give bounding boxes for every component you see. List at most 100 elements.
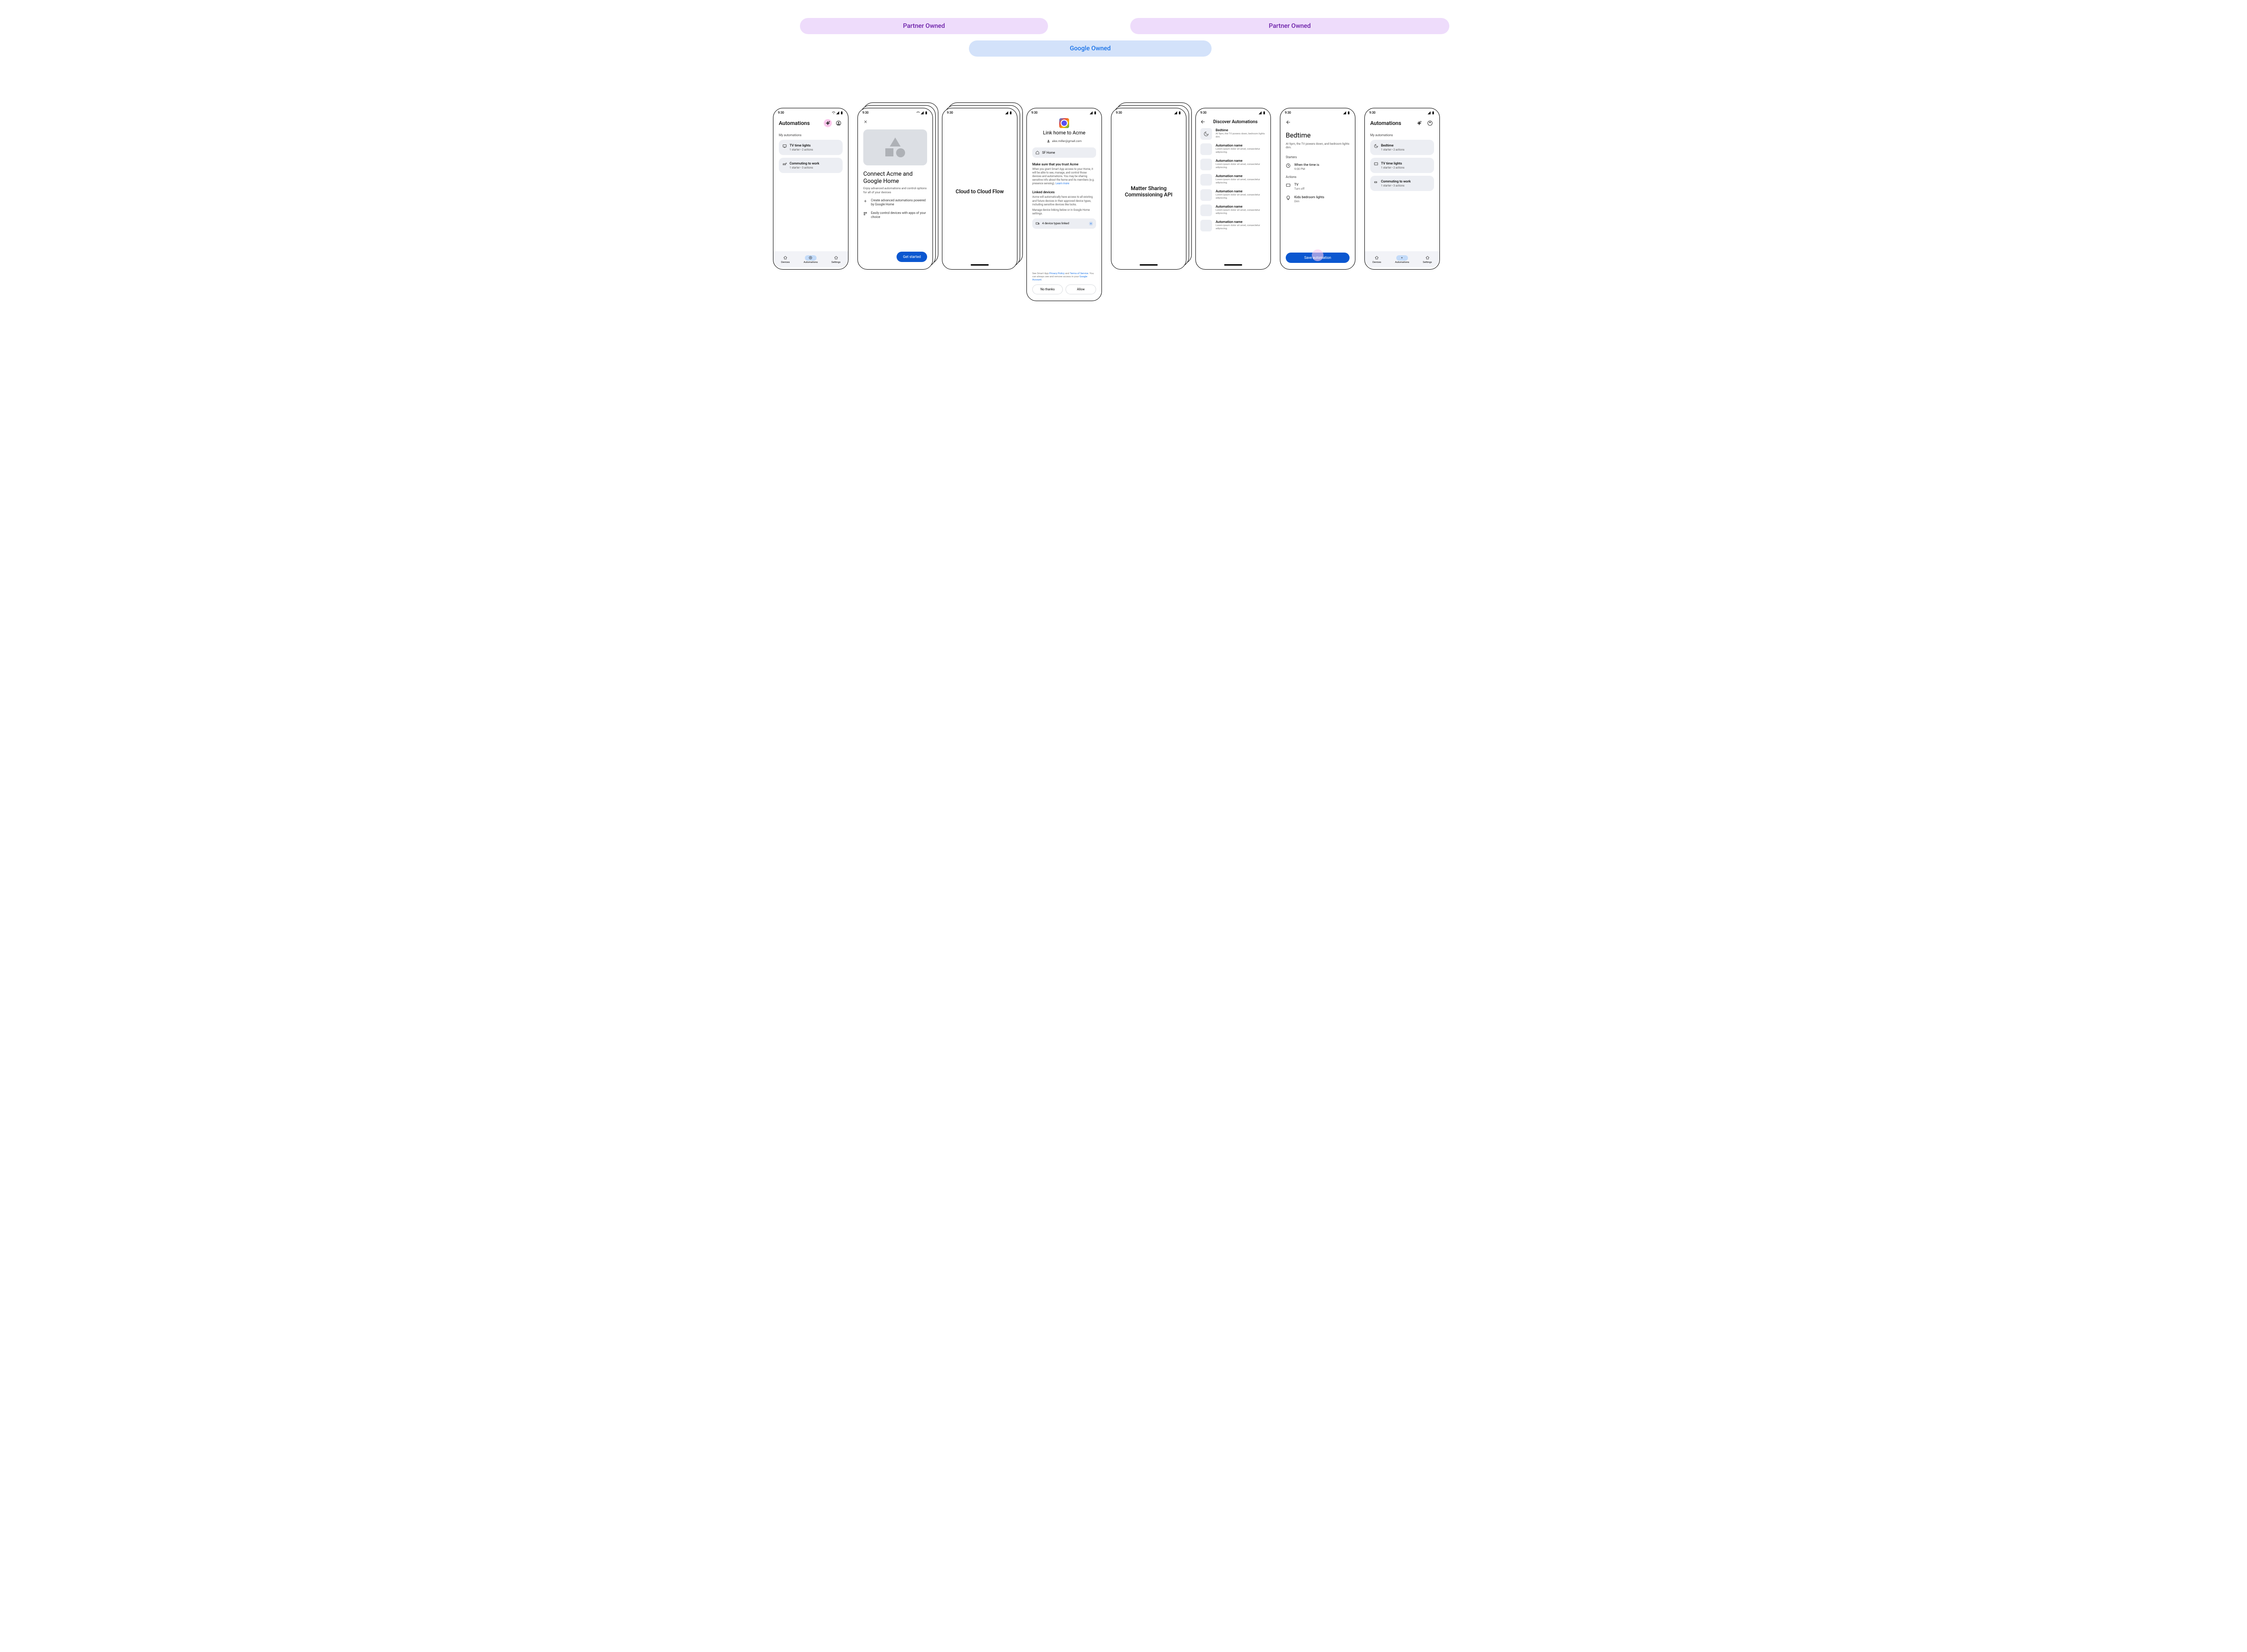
- matter-api-label: Matter Sharing Commissioning API: [1117, 115, 1181, 267]
- phone-bedtime-detail: 9:30 Bedtime At 9pm, the TV powers down,…: [1280, 108, 1355, 270]
- privacy-policy-link[interactable]: Privacy Policy: [1049, 272, 1065, 275]
- card-sub: 1 starter • 2 actions: [790, 148, 813, 151]
- phone-matter-api: 9:30 Matter Sharing Commissioning API: [1111, 108, 1186, 270]
- hero-placeholder: [863, 129, 927, 165]
- phone-connect-acme: 9:30: [857, 108, 933, 270]
- account-icon: [836, 120, 841, 126]
- detail-title: Bedtime: [1286, 131, 1350, 139]
- get-started-button[interactable]: Get started: [897, 252, 927, 262]
- sparkle-icon: [1417, 120, 1422, 126]
- nav-automations[interactable]: Automations: [1395, 255, 1409, 264]
- card-title: Commuting to work: [790, 161, 819, 165]
- linked-body-2: Manage device linking below or in Google…: [1032, 209, 1096, 216]
- discover-item[interactable]: Automation nameLorem ipsum dolor sit ame…: [1200, 220, 1266, 231]
- status-bar: 9:30: [1027, 108, 1101, 115]
- no-thanks-button[interactable]: No thanks: [1032, 284, 1063, 294]
- close-button[interactable]: [863, 115, 927, 128]
- moon-icon: [1203, 131, 1209, 137]
- account-icon: [1427, 120, 1433, 126]
- status-bar: 9:30: [1111, 108, 1186, 115]
- devices-icon: [1035, 222, 1039, 226]
- bulb-icon: [1286, 195, 1291, 200]
- allow-button[interactable]: Allow: [1066, 284, 1096, 294]
- action-item[interactable]: TVTurn off: [1286, 182, 1350, 191]
- home-indicator: [1140, 264, 1158, 266]
- automation-card[interactable]: TV time lights1 starter • 2 actions: [1370, 158, 1434, 173]
- card-title: TV time lights: [790, 143, 813, 147]
- account-icon-button[interactable]: [835, 119, 843, 127]
- home-icon: [1035, 151, 1039, 155]
- signal-icon: [836, 111, 839, 115]
- discover-item[interactable]: Automation nameLorem ipsum dolor sit ame…: [1200, 159, 1266, 170]
- thumb-placeholder: [1200, 174, 1212, 186]
- detail-sub: At 9pm, the TV powers down, and bedroom …: [1286, 142, 1350, 149]
- commute-icon: [782, 162, 787, 166]
- home-selector[interactable]: SF Home: [1032, 147, 1096, 158]
- back-button[interactable]: [1286, 115, 1350, 129]
- thumb-placeholder: [1200, 220, 1212, 231]
- thumb-placeholder: [1200, 189, 1212, 201]
- phone-automations-initial: 9:30 Automations: [773, 108, 848, 270]
- section-my-automations: My automations: [1370, 133, 1434, 137]
- automation-card[interactable]: TV time lights 1 starter • 2 actions: [779, 140, 843, 155]
- discover-item[interactable]: Automation nameLorem ipsum dolor sit ame…: [1200, 204, 1266, 216]
- actions-label: Actions: [1286, 175, 1350, 179]
- automation-card[interactable]: Commuting to work1 starter • 3 actions: [1370, 176, 1434, 191]
- account-icon-button[interactable]: [1426, 119, 1434, 127]
- card-sub: 1 starter • 3 actions: [790, 166, 819, 169]
- sparkle-icon: [825, 120, 830, 126]
- action-item[interactable]: Kids bedroom lightsDim: [1286, 195, 1350, 203]
- starters-label: Starters: [1286, 155, 1350, 159]
- connect-title: Connect Acme and Google Home: [863, 171, 927, 185]
- gear-icon[interactable]: [1089, 222, 1093, 226]
- battery-icon: [840, 111, 844, 115]
- nav-automations[interactable]: Automations: [804, 255, 817, 264]
- apps-icon: [863, 212, 867, 216]
- tos-link[interactable]: Terms of Service: [1070, 272, 1088, 275]
- banner-partner-2: Partner Owned: [1130, 18, 1449, 34]
- home-indicator: [1224, 264, 1242, 266]
- discover-item[interactable]: Automation nameLorem ipsum dolor sit ame…: [1200, 174, 1266, 186]
- save-automation-button[interactable]: Save automation: [1286, 253, 1350, 263]
- starter-item[interactable]: When the time is9:00 PM: [1286, 163, 1350, 171]
- nav-devices[interactable]: Devices: [1371, 255, 1383, 264]
- trust-title: Make sure that you trust Acme: [1032, 162, 1096, 166]
- thumb-placeholder: [1200, 143, 1212, 155]
- tv-icon: [1374, 162, 1378, 166]
- linked-body-1: Acme will automatically have access to a…: [1032, 195, 1096, 206]
- status-time: 9:30: [778, 111, 784, 115]
- page-title: Automations: [779, 120, 810, 126]
- discover-icon-button[interactable]: [1415, 119, 1423, 127]
- status-bar: 9:30: [1280, 108, 1355, 115]
- automation-card[interactable]: Commuting to work 1 starter • 3 actions: [779, 158, 843, 173]
- learn-more-link[interactable]: Learn more: [1056, 182, 1069, 185]
- feature-text: Easily control devices with apps of your…: [871, 211, 927, 219]
- automation-card[interactable]: Bedtime1 starter • 2 actions: [1370, 140, 1434, 155]
- link-title: Link home to Acme: [1032, 130, 1096, 136]
- status-bar: 9:30: [773, 108, 848, 115]
- thumb-placeholder: [1200, 204, 1212, 216]
- discover-icon-button[interactable]: [824, 119, 832, 127]
- back-icon[interactable]: [1200, 119, 1206, 124]
- clock-icon: [1286, 163, 1291, 168]
- wifi-icon: [832, 111, 835, 115]
- home-indicator: [971, 264, 989, 266]
- phone-cloud-flow: 9:30 Cloud to Cloud Flow: [942, 108, 1017, 270]
- nav-settings[interactable]: Settings: [830, 255, 842, 264]
- phone-automations-final: 9:30 Automations: [1364, 108, 1440, 270]
- close-icon: [863, 120, 868, 124]
- nav-settings[interactable]: Settings: [1421, 255, 1433, 264]
- device-types-chip[interactable]: 4 device types linked: [1032, 218, 1096, 229]
- trust-body: When you grant Smart App access to your …: [1032, 168, 1096, 186]
- cloud-flow-label: Cloud to Cloud Flow: [948, 115, 1012, 267]
- status-bar: 9:30: [942, 108, 1017, 115]
- back-icon: [1286, 120, 1291, 125]
- nav-devices[interactable]: Devices: [780, 255, 791, 264]
- discover-item-bedtime[interactable]: Bedtime At 9pm, the TV powers down, bedr…: [1200, 128, 1266, 140]
- discover-title: Discover Automations: [1210, 120, 1261, 124]
- automations-icon: [808, 256, 813, 260]
- thumb-placeholder: [1200, 159, 1212, 170]
- connect-sub: Enjoy advanced automations and control o…: [863, 187, 927, 194]
- discover-item[interactable]: Automation nameLorem ipsum dolor sit ame…: [1200, 143, 1266, 155]
- discover-item[interactable]: Automation nameLorem ipsum dolor sit ame…: [1200, 189, 1266, 201]
